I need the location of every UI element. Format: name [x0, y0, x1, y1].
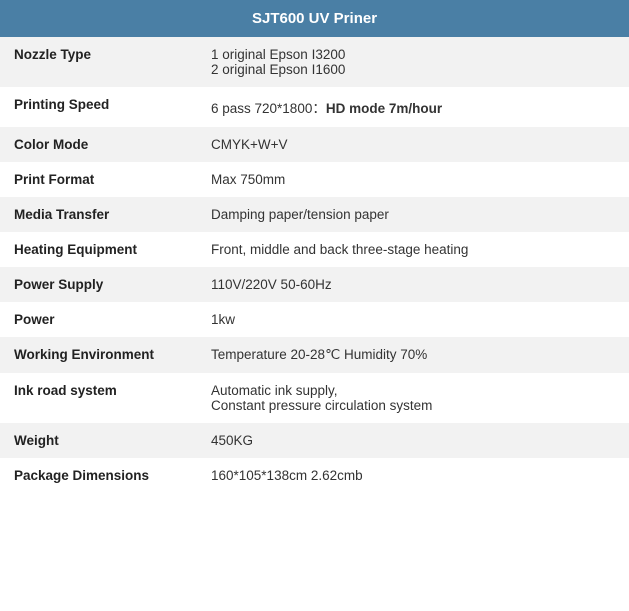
row-value: 450KG: [197, 423, 629, 458]
row-label: Working Environment: [0, 337, 197, 373]
row-value: 1 original Epson I32002 original Epson I…: [197, 37, 629, 87]
row-value: 160*105*138cm 2.62cmb: [197, 458, 629, 493]
row-value: CMYK+W+V: [197, 127, 629, 162]
row-label: Print Format: [0, 162, 197, 197]
row-label: Media Transfer: [0, 197, 197, 232]
row-label: Nozzle Type: [0, 37, 197, 87]
row-value: 1kw: [197, 302, 629, 337]
row-value: 6 pass 720*1800：HD mode 7m/hour: [197, 87, 629, 127]
row-value: Front, middle and back three-stage heati…: [197, 232, 629, 267]
row-label: Heating Equipment: [0, 232, 197, 267]
row-value: Temperature 20-28℃ Humidity 70%: [197, 337, 629, 373]
row-value: Max 750mm: [197, 162, 629, 197]
row-label: Power: [0, 302, 197, 337]
row-value: 110V/220V 50-60Hz: [197, 267, 629, 302]
row-label: Ink road system: [0, 373, 197, 423]
row-label: Color Mode: [0, 127, 197, 162]
row-value: Damping paper/tension paper: [197, 197, 629, 232]
spec-table: SJT600 UV Priner Nozzle Type1 original E…: [0, 0, 629, 493]
row-label: Weight: [0, 423, 197, 458]
row-label: Package Dimensions: [0, 458, 197, 493]
row-label: Printing Speed: [0, 87, 197, 127]
row-label: Power Supply: [0, 267, 197, 302]
table-title: SJT600 UV Priner: [0, 0, 629, 37]
row-value: Automatic ink supply,Constant pressure c…: [197, 373, 629, 423]
